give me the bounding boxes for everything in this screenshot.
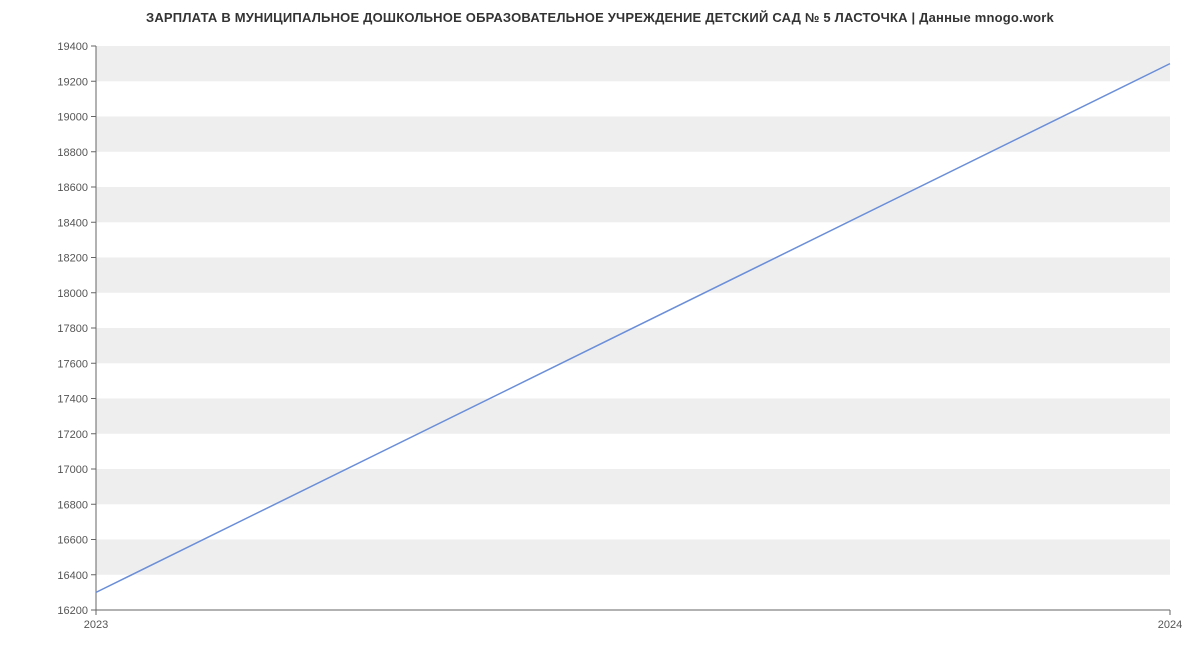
y-tick-label: 18200 [57, 253, 88, 265]
grid-band [96, 258, 1170, 293]
y-tick-label: 19200 [57, 76, 88, 88]
y-tick-label: 18600 [57, 182, 88, 194]
y-tick-label: 18800 [57, 147, 88, 159]
chart-svg: 1620016400166001680017000172001740017600… [90, 40, 1180, 640]
y-tick-label: 19000 [57, 112, 88, 124]
y-tick-label: 19400 [57, 41, 88, 53]
grid-band [96, 46, 1170, 81]
grid-band [96, 328, 1170, 363]
grid-band [96, 540, 1170, 575]
grid-band [96, 187, 1170, 222]
grid-band [96, 469, 1170, 504]
x-tick-label: 2023 [84, 619, 108, 631]
y-tick-label: 17000 [57, 464, 88, 476]
y-tick-label: 16600 [57, 535, 88, 547]
y-tick-label: 17400 [57, 394, 88, 406]
chart-title: ЗАРПЛАТА В МУНИЦИПАЛЬНОЕ ДОШКОЛЬНОЕ ОБРА… [0, 10, 1200, 25]
y-tick-label: 16800 [57, 499, 88, 511]
y-tick-label: 17200 [57, 429, 88, 441]
y-tick-label: 17600 [57, 358, 88, 370]
x-tick-label: 2024 [1158, 619, 1182, 631]
plot-area: 1620016400166001680017000172001740017600… [90, 40, 1180, 610]
y-tick-label: 18400 [57, 217, 88, 229]
grid-band [96, 399, 1170, 434]
y-tick-label: 18000 [57, 288, 88, 300]
y-tick-label: 16400 [57, 570, 88, 582]
y-tick-label: 16200 [57, 605, 88, 617]
y-tick-label: 17800 [57, 323, 88, 335]
grid-band [96, 117, 1170, 152]
salary-line-chart: ЗАРПЛАТА В МУНИЦИПАЛЬНОЕ ДОШКОЛЬНОЕ ОБРА… [0, 0, 1200, 650]
